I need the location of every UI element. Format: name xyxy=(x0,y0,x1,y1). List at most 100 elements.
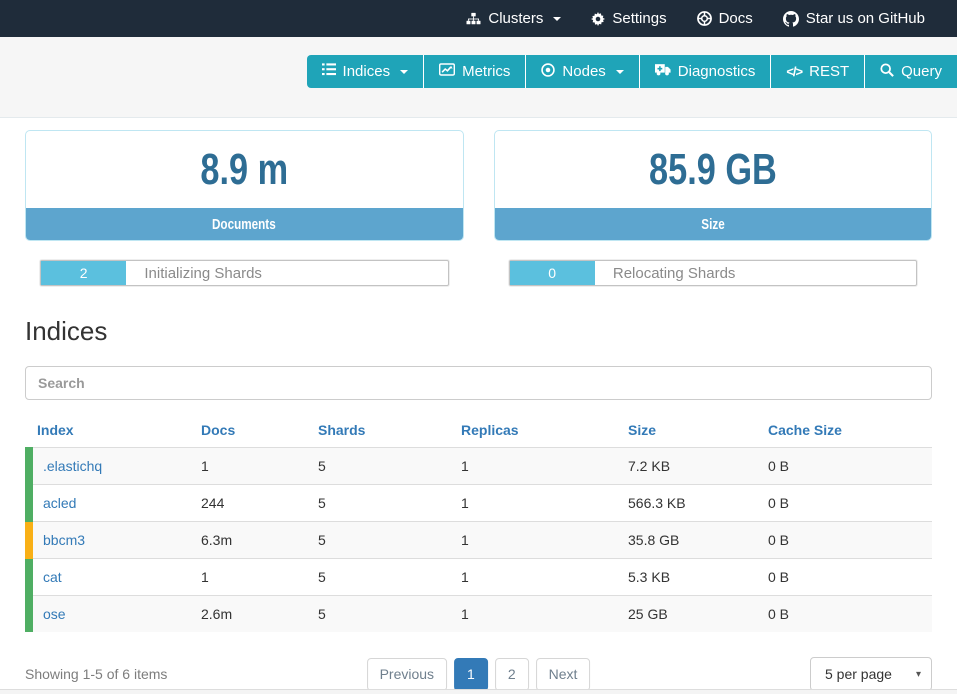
nav-settings-label: Settings xyxy=(612,10,666,27)
search-icon xyxy=(880,63,894,81)
index-name-cell: .elastichq xyxy=(29,448,193,485)
index-name-cell: cat xyxy=(29,559,193,596)
next-page-button[interactable]: Next xyxy=(536,658,591,691)
github-icon xyxy=(783,11,799,27)
nav-clusters[interactable]: Clusters xyxy=(466,10,561,27)
nav-metrics-button[interactable]: Metrics xyxy=(423,55,525,88)
table-row: ose 2.6m 5 1 25 GB 0 B xyxy=(29,596,932,633)
relocating-shards-meter: 0 Relocating Shards xyxy=(509,260,918,286)
nav-docs-label: Docs xyxy=(719,10,753,27)
index-link[interactable]: acled xyxy=(43,495,76,511)
search-input[interactable] xyxy=(25,366,932,400)
shards-cell: 5 xyxy=(310,522,453,559)
previous-page-button[interactable]: Previous xyxy=(367,658,447,691)
column-header-replicas[interactable]: Replicas xyxy=(453,414,620,448)
nav-indices-button[interactable]: Indices xyxy=(307,55,424,88)
stat-cards: 8.9 m Documents 85.9 GB Size xyxy=(25,130,932,241)
section-nav-buttons: Indices Metrics Nodes Diagnostics </> RE… xyxy=(307,55,957,88)
size-cell: 566.3 KB xyxy=(620,485,760,522)
cache-size-cell: 0 B xyxy=(760,485,932,522)
docs-cell: 1 xyxy=(193,559,310,596)
nav-github-label: Star us on GitHub xyxy=(806,10,925,27)
table-row: acled 244 5 1 566.3 KB 0 B xyxy=(29,485,932,522)
page-button-2[interactable]: 2 xyxy=(495,658,529,691)
indices-table: Index Docs Shards Replicas Size Cache Si… xyxy=(25,414,932,632)
index-name-cell: ose xyxy=(29,596,193,633)
page-button-1[interactable]: 1 xyxy=(454,658,488,691)
documents-label: Documents xyxy=(26,208,463,240)
initializing-shards-label: Initializing Shards xyxy=(144,265,262,282)
table-row: bbcm3 6.3m 5 1 35.8 GB 0 B xyxy=(29,522,932,559)
page-title: Indices xyxy=(25,316,932,347)
shards-cell: 5 xyxy=(310,559,453,596)
nav-clusters-label: Clusters xyxy=(488,10,543,27)
column-header-size[interactable]: Size xyxy=(620,414,760,448)
index-link[interactable]: ose xyxy=(43,606,66,622)
list-icon xyxy=(322,63,336,80)
index-link[interactable]: bbcm3 xyxy=(43,532,85,548)
table-header-row: Index Docs Shards Replicas Size Cache Si… xyxy=(29,414,932,448)
cache-size-cell: 0 B xyxy=(760,559,932,596)
nav-query-button[interactable]: Query xyxy=(864,55,957,88)
docs-cell: 244 xyxy=(193,485,310,522)
relocating-shards-value: 0 xyxy=(548,265,556,281)
index-name-cell: acled xyxy=(29,485,193,522)
size-cell: 25 GB xyxy=(620,596,760,633)
column-header-docs[interactable]: Docs xyxy=(193,414,310,448)
index-link[interactable]: cat xyxy=(43,569,62,585)
index-name-cell: bbcm3 xyxy=(29,522,193,559)
table-row: .elastichq 1 5 1 7.2 KB 0 B xyxy=(29,448,932,485)
size-cell: 5.3 KB xyxy=(620,559,760,596)
size-value: 85.9 GB xyxy=(495,131,932,208)
shards-cell: 5 xyxy=(310,485,453,522)
pagination-bar: Showing 1-5 of 6 items Previous 1 2 Next… xyxy=(25,654,932,694)
docs-cell: 2.6m xyxy=(193,596,310,633)
nav-diagnostics-button[interactable]: Diagnostics xyxy=(639,55,771,88)
globe-icon xyxy=(697,11,712,26)
nav-nodes-label: Nodes xyxy=(562,63,605,80)
index-link[interactable]: .elastichq xyxy=(43,458,102,474)
code-icon: </> xyxy=(786,64,802,79)
chart-line-icon xyxy=(439,63,455,80)
nav-diagnostics-label: Diagnostics xyxy=(678,63,756,80)
chevron-down-icon xyxy=(400,70,408,74)
table-row: cat 1 5 1 5.3 KB 0 B xyxy=(29,559,932,596)
footer-strip xyxy=(0,689,957,694)
replicas-cell: 1 xyxy=(453,448,620,485)
initializing-shards-value: 2 xyxy=(80,265,88,281)
shard-meters: 2 Initializing Shards 0 Relocating Shard… xyxy=(25,260,932,286)
relocating-shards-fill: 0 xyxy=(510,261,595,285)
per-page-select[interactable]: 5 per page ▾ xyxy=(810,657,932,691)
nav-github[interactable]: Star us on GitHub xyxy=(783,10,925,27)
nav-query-label: Query xyxy=(901,63,942,80)
shards-cell: 5 xyxy=(310,596,453,633)
replicas-cell: 1 xyxy=(453,522,620,559)
initializing-shards-fill: 2 xyxy=(41,261,126,285)
replicas-cell: 1 xyxy=(453,596,620,633)
replicas-cell: 1 xyxy=(453,559,620,596)
chevron-down-icon xyxy=(616,70,624,74)
documents-value: 8.9 m xyxy=(26,131,463,208)
cache-size-cell: 0 B xyxy=(760,448,932,485)
documents-card: 8.9 m Documents xyxy=(25,130,464,241)
nav-settings[interactable]: Settings xyxy=(591,10,666,27)
nav-nodes-button[interactable]: Nodes xyxy=(525,55,638,88)
size-cell: 35.8 GB xyxy=(620,522,760,559)
docs-cell: 1 xyxy=(193,448,310,485)
nav-metrics-label: Metrics xyxy=(462,63,510,80)
column-header-index[interactable]: Index xyxy=(29,414,193,448)
size-label: Size xyxy=(495,208,932,240)
node-dot-icon xyxy=(541,63,555,81)
top-navbar: Clusters Settings Docs Star us on GitHub xyxy=(0,0,957,37)
nav-rest-button[interactable]: </> REST xyxy=(770,55,864,88)
nav-docs[interactable]: Docs xyxy=(697,10,753,27)
pagination-summary: Showing 1-5 of 6 items xyxy=(25,666,167,682)
column-header-cache-size[interactable]: Cache Size xyxy=(760,414,932,448)
nav-rest-label: REST xyxy=(809,63,849,80)
column-header-shards[interactable]: Shards xyxy=(310,414,453,448)
per-page-value: 5 per page xyxy=(825,666,892,682)
cache-size-cell: 0 B xyxy=(760,522,932,559)
relocating-shards-label: Relocating Shards xyxy=(613,265,736,282)
shards-cell: 5 xyxy=(310,448,453,485)
nav-indices-label: Indices xyxy=(343,63,391,80)
